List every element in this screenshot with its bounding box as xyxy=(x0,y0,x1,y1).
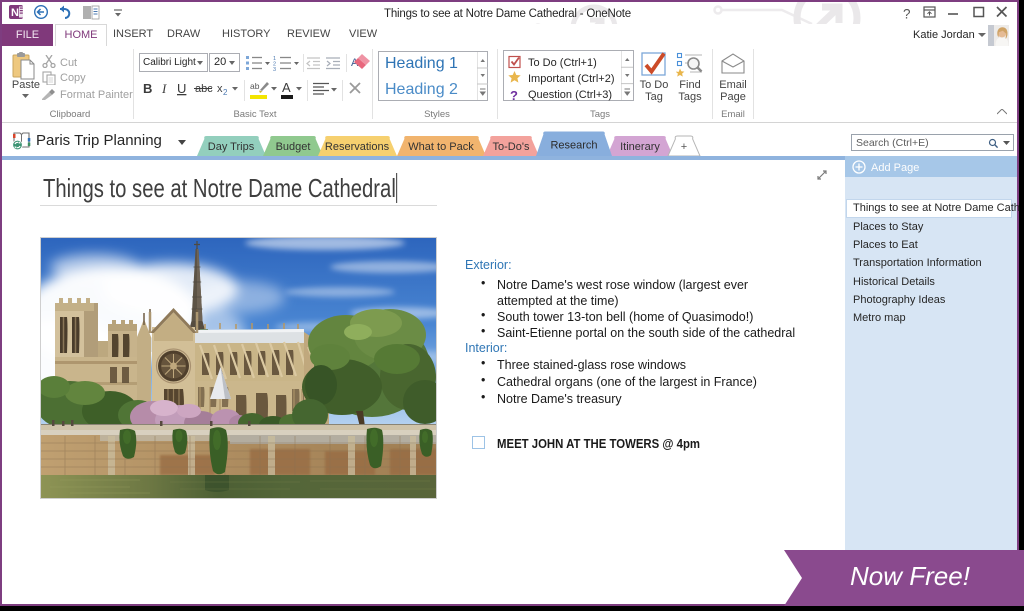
svg-text:ab: ab xyxy=(250,81,260,91)
svg-text:2: 2 xyxy=(223,88,228,97)
svg-text:Research: Research xyxy=(550,140,597,152)
svg-text:?: ? xyxy=(903,7,911,22)
svg-text:3: 3 xyxy=(273,67,276,73)
svg-text:Day Trips: Day Trips xyxy=(208,141,255,153)
svg-text:Reservations: Reservations xyxy=(325,141,390,153)
svg-text:?: ? xyxy=(510,88,518,103)
svg-text:B: B xyxy=(143,81,152,96)
svg-text:+: + xyxy=(681,141,687,153)
svg-text:N: N xyxy=(11,7,19,19)
svg-text:A: A xyxy=(282,80,291,95)
svg-text:I: I xyxy=(161,81,167,96)
svg-text:To-Do's: To-Do's xyxy=(493,141,530,153)
svg-text:Itinerary: Itinerary xyxy=(620,141,660,153)
svg-text:U: U xyxy=(177,81,186,96)
svg-text:What to Pack: What to Pack xyxy=(408,141,474,153)
svg-text:Budget: Budget xyxy=(276,141,311,153)
